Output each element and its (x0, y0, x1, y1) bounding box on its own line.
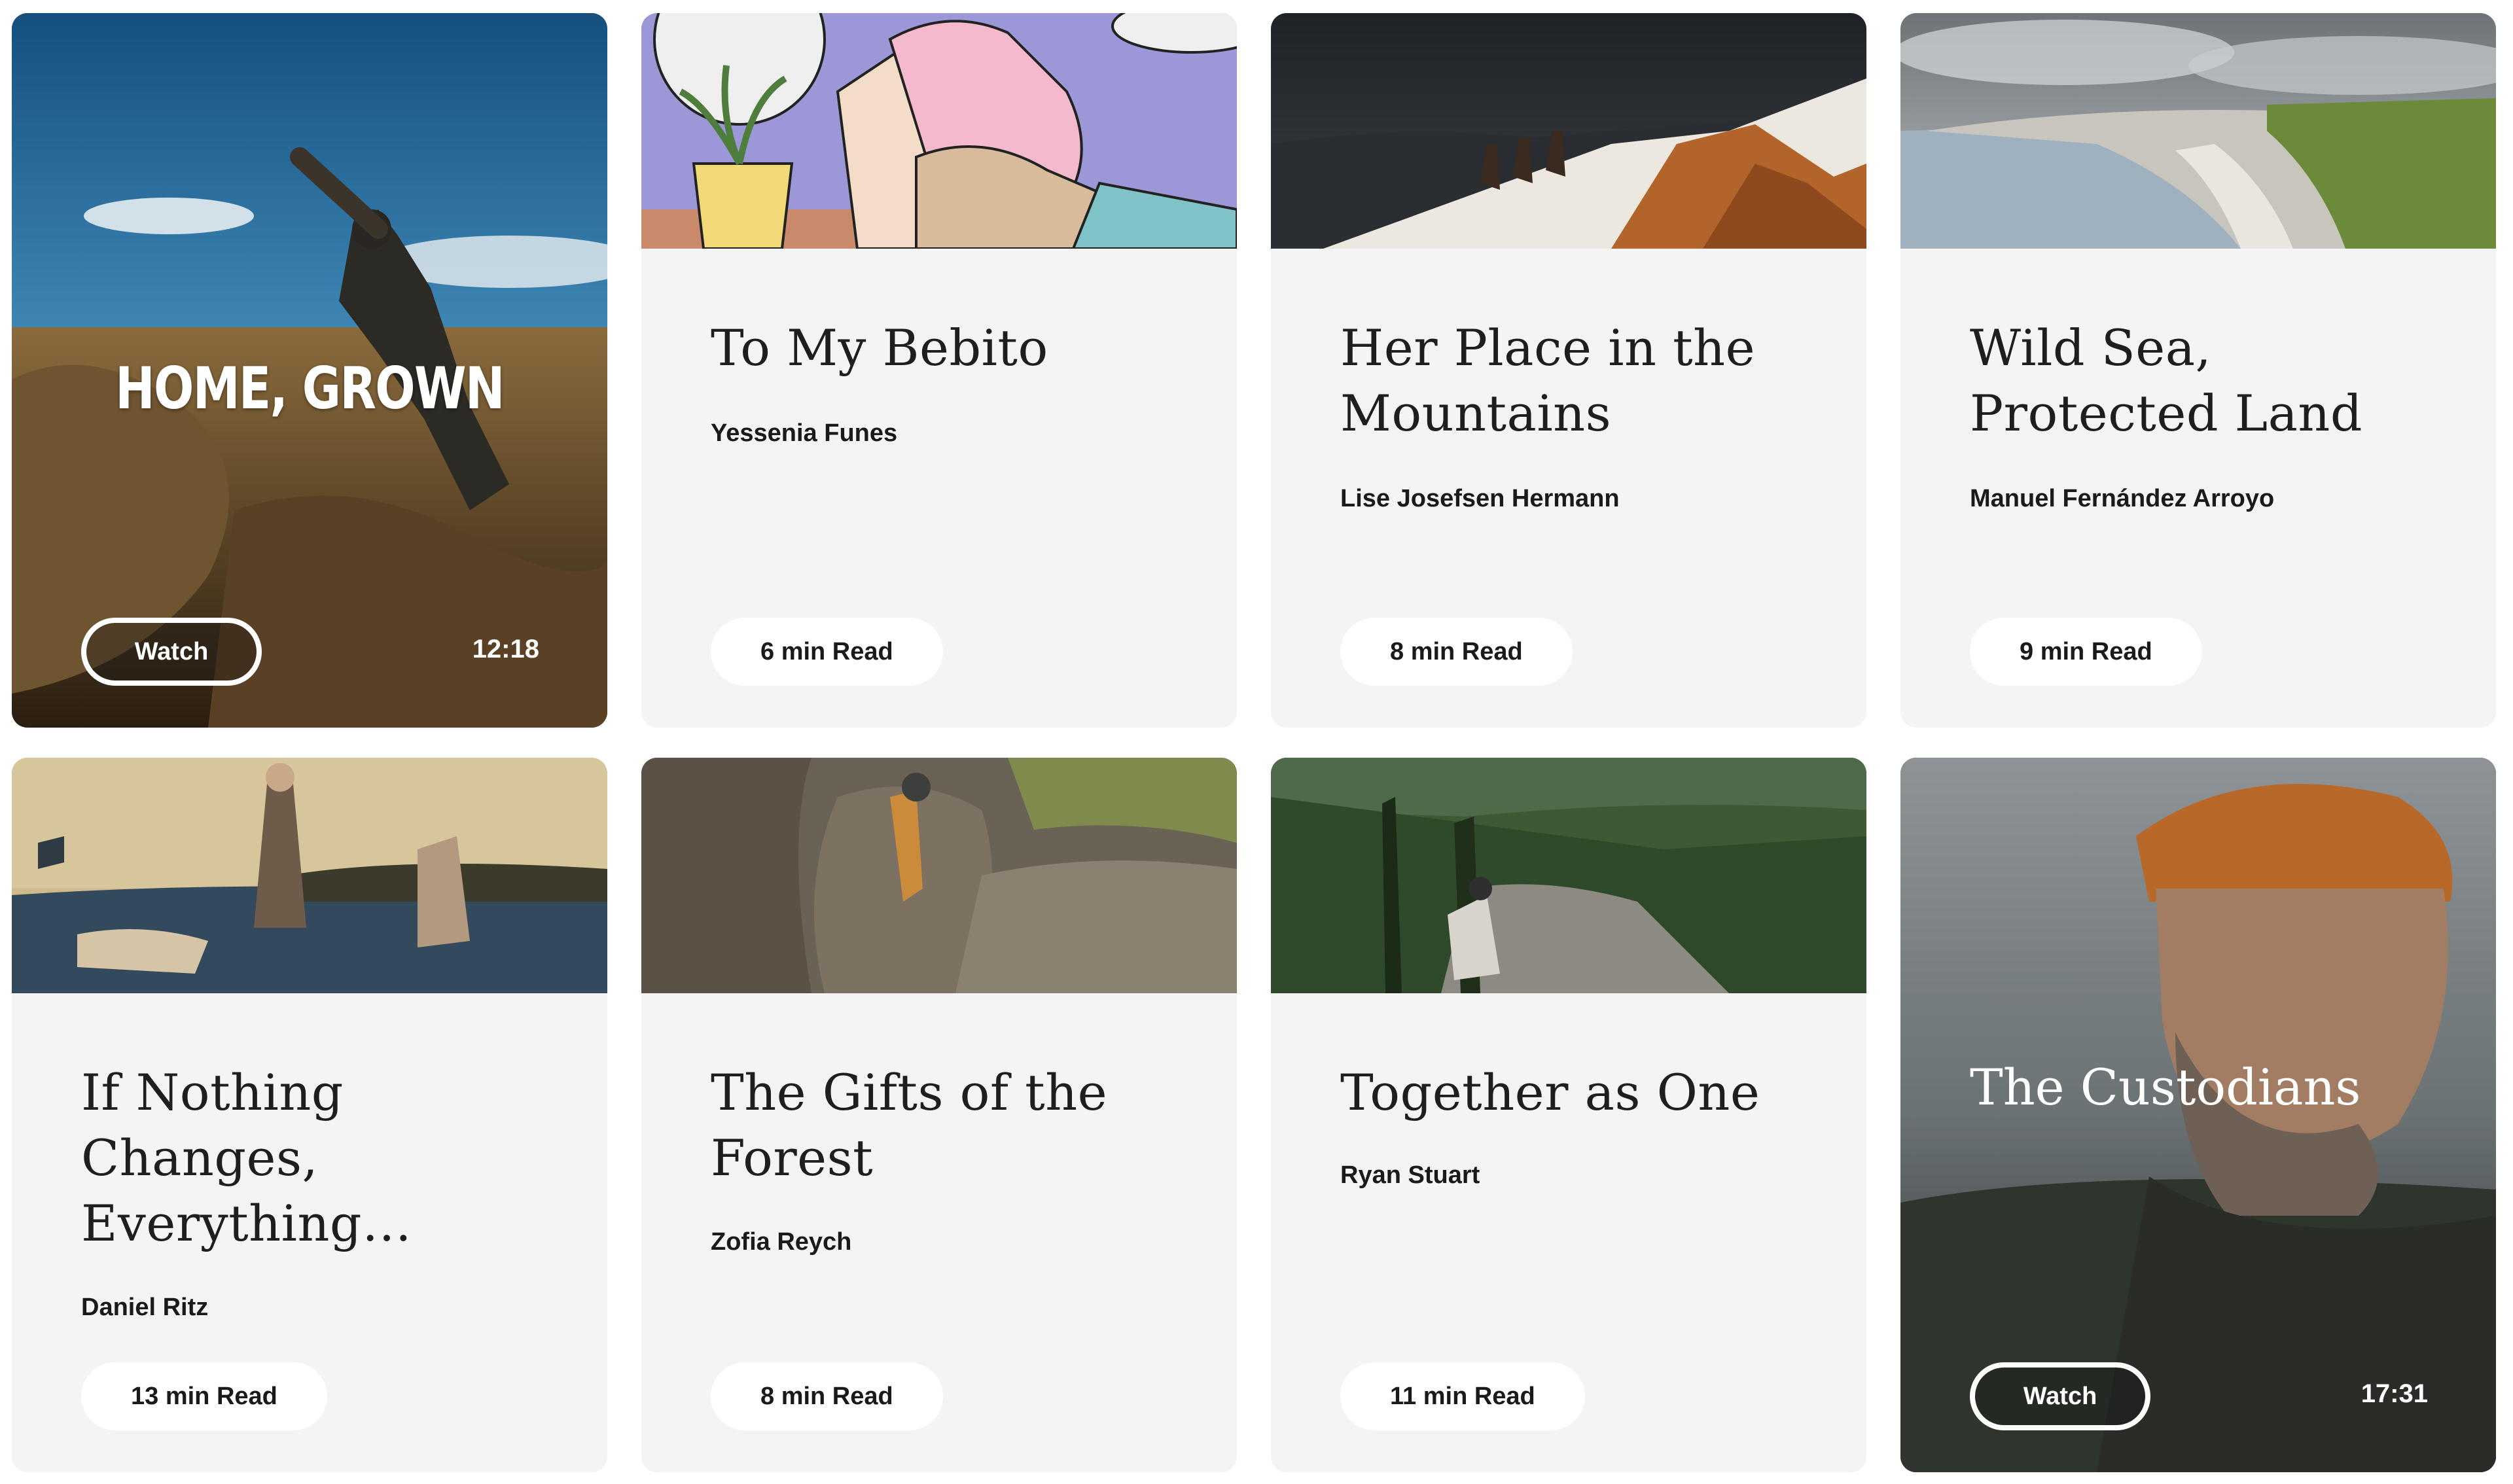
read-time-button[interactable]: 13 min Read (81, 1362, 327, 1430)
story-author: Lise Josefsen Hermann (1340, 485, 1620, 512)
story-image (1271, 758, 1866, 993)
story-card-her-place[interactable]: Her Place in the Mountains Lise Josefsen… (1271, 13, 1866, 728)
video-duration: 12:18 (472, 635, 539, 663)
story-image (1900, 13, 2496, 249)
read-time-button[interactable]: 9 min Read (1970, 618, 2202, 686)
story-card-wild-sea[interactable]: Wild Sea, Protected Land Manuel Fernánde… (1900, 13, 2496, 728)
story-card-home-grown[interactable]: HOME, GROWN Watch 12:18 (12, 13, 607, 728)
story-author: Zofia Reych (711, 1228, 852, 1256)
story-author: Daniel Ritz (81, 1294, 209, 1321)
read-time-button[interactable]: 11 min Read (1340, 1362, 1585, 1430)
story-title[interactable]: Together as One (1340, 1060, 1838, 1125)
story-card-if-nothing-changes[interactable]: If Nothing Changes, Everything… Daniel R… (12, 758, 607, 1472)
story-title[interactable]: If Nothing Changes, Everything… (81, 1060, 579, 1256)
read-time-button[interactable]: 8 min Read (711, 1362, 943, 1430)
story-author: Yessenia Funes (711, 419, 898, 447)
read-time-button[interactable]: 6 min Read (711, 618, 943, 686)
video-headline: HOME, GROWN (115, 355, 505, 422)
watch-button[interactable]: Watch (81, 618, 262, 686)
story-image (12, 758, 607, 993)
story-image (641, 758, 1237, 993)
story-title[interactable]: Wild Sea, Protected Land (1970, 315, 2467, 446)
story-author: Manuel Fernández Arroyo (1970, 485, 2275, 512)
story-card-the-custodians[interactable]: The Custodians Watch 17:31 (1900, 758, 2496, 1472)
story-card-together-as-one[interactable]: Together as One Ryan Stuart 11 min Read (1271, 758, 1866, 1472)
story-card-to-my-bebito[interactable]: To My Bebito Yessenia Funes 6 min Read (641, 13, 1237, 728)
video-duration: 17:31 (2361, 1379, 2428, 1408)
read-time-button[interactable]: 8 min Read (1340, 618, 1573, 686)
story-author: Ryan Stuart (1340, 1161, 1480, 1189)
story-card-gifts-of-forest[interactable]: The Gifts of the Forest Zofia Reych 8 mi… (641, 758, 1237, 1472)
story-image (1271, 13, 1866, 249)
video-title[interactable]: The Custodians (1970, 1055, 2361, 1120)
story-title[interactable]: The Gifts of the Forest (711, 1060, 1208, 1191)
story-title[interactable]: Her Place in the Mountains (1340, 315, 1838, 446)
watch-button[interactable]: Watch (1970, 1362, 2150, 1430)
story-image (641, 13, 1237, 249)
story-title[interactable]: To My Bebito (711, 315, 1208, 381)
